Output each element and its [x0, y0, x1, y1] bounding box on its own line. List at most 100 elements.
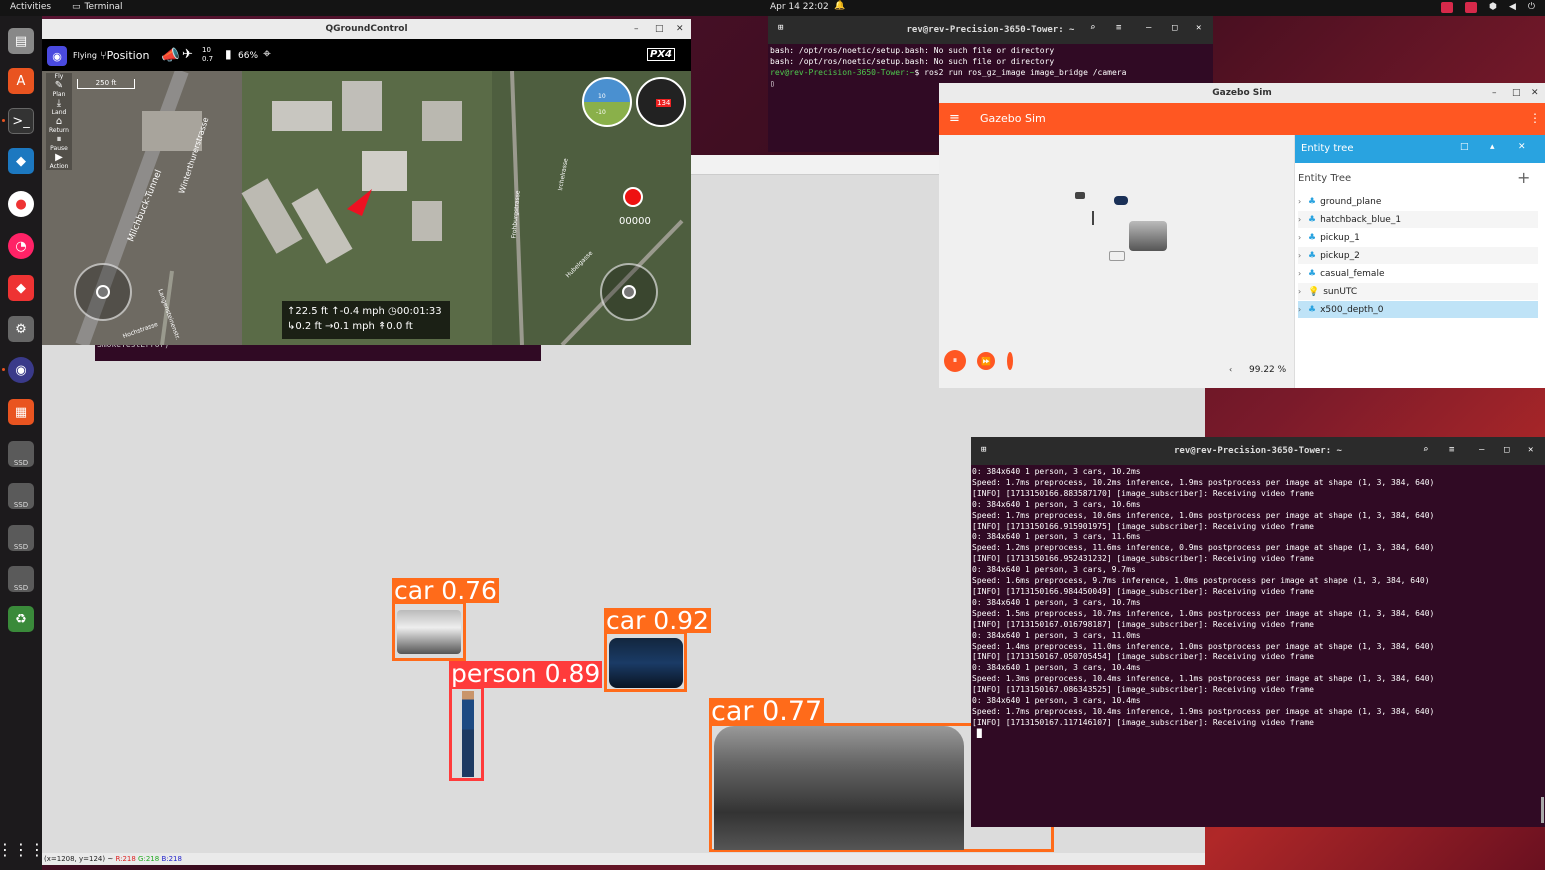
tool-label: Fly [54, 73, 64, 80]
qgroundcontrol-window[interactable]: QGroundControl – □ ✕ ◉ Flying ⑂Position … [42, 19, 691, 345]
ssd-drive-icon[interactable]: SSD [8, 566, 34, 592]
minimize-icon[interactable]: – [1492, 88, 1497, 98]
pie-app-icon[interactable]: ◔ [8, 233, 34, 259]
expand-icon[interactable]: › [1298, 305, 1304, 314]
vertical-speed-value: -0.4 mph [339, 306, 385, 317]
tool-pause[interactable]: ⏸ Pause [46, 134, 72, 152]
expand-icon[interactable]: › [1298, 197, 1304, 206]
entity-item-ground_plane[interactable]: › ♣ ground_plane [1298, 193, 1538, 210]
tool-fly[interactable]: Fly [46, 73, 72, 80]
rtk-icon[interactable]: ⌖ [263, 46, 271, 62]
step-icon[interactable]: ⏩ [977, 352, 995, 370]
record-button[interactable] [623, 187, 643, 207]
new-tab-icon[interactable]: ⊞ [778, 23, 783, 33]
map-view[interactable]: 250 ft Fly ✎ Plan ⤓ Land ⌂ Return ⏸ Pause ▶ A… [42, 71, 691, 345]
pause-icon[interactable]: ⏸ [944, 350, 966, 372]
add-entity-icon[interactable]: + [1517, 168, 1530, 187]
tool-action[interactable]: ▶ Action [46, 152, 72, 170]
hamburger-menu-icon[interactable]: ≡ [949, 111, 960, 126]
minimize-icon[interactable]: – [1479, 445, 1484, 455]
scrollbar[interactable] [1541, 797, 1544, 823]
active-app-menu[interactable]: ▭ Terminal [72, 2, 123, 12]
trash-icon[interactable]: ♻ [8, 606, 34, 632]
maximize-icon[interactable]: □ [655, 24, 664, 34]
expand-icon[interactable]: › [1298, 269, 1304, 278]
qgroundcontrol-icon[interactable]: ◉ [8, 357, 34, 383]
settings-icon[interactable]: ⚙ [8, 316, 34, 342]
search-icon[interactable]: ⌕ [1090, 23, 1095, 33]
person-image [462, 691, 474, 777]
activities-button[interactable]: Activities [10, 2, 51, 12]
qgc-logo-icon[interactable]: ◉ [47, 46, 67, 66]
battery-icon[interactable]: ▮ [225, 47, 232, 61]
pickup-model [1129, 221, 1167, 251]
tool-land[interactable]: ⤓ Land [46, 98, 72, 116]
entity-item-casual_female[interactable]: › ♣ casual_female [1298, 265, 1538, 282]
search-icon[interactable]: ⌕ [1423, 445, 1428, 455]
close-icon[interactable]: ✕ [1196, 23, 1201, 33]
terminal-app-icon[interactable]: >_ [8, 108, 34, 134]
terminal-command: $ ros2 run ros_gz_image image_bridge /ca… [914, 67, 1127, 77]
flight-mode[interactable]: ⑂Position [100, 49, 149, 62]
anydesk-icon[interactable]: ◆ [8, 275, 34, 301]
tool-return[interactable]: ⌂ Return [46, 116, 72, 134]
menu-icon[interactable]: ≡ [1116, 23, 1121, 33]
telemetry-panel[interactable]: ↑22.5 ft ↑-0.4 mph ◷00:01:33 ↳0.2 ft →0.… [282, 301, 450, 339]
expand-icon[interactable]: › [1298, 287, 1304, 296]
minimize-icon[interactable]: – [634, 24, 639, 34]
entity-item-x500_depth_0[interactable]: › ♣ x500_depth_0 [1298, 301, 1538, 318]
left-joystick[interactable] [74, 263, 132, 321]
flight-state[interactable]: Flying [73, 51, 97, 60]
clock[interactable]: Apr 14 22:02 [770, 2, 829, 12]
ssd-drive-icon[interactable]: SSD [8, 525, 34, 551]
software-center-icon[interactable]: A [8, 68, 34, 94]
tool-plan[interactable]: ✎ Plan [46, 80, 72, 98]
gazebo-titlebar[interactable]: Gazebo Sim [939, 83, 1545, 103]
joystick-thumb[interactable] [622, 285, 636, 299]
ssd-drive-icon[interactable]: SSD [8, 483, 34, 509]
detection-box-car: car 0.76 [392, 578, 499, 661]
detection-label: car 0.77 [709, 696, 825, 727]
close-icon[interactable]: ✕ [676, 24, 684, 34]
multistep-icon[interactable] [1007, 352, 1013, 370]
close-icon[interactable]: ✕ [1531, 88, 1539, 98]
joystick-thumb[interactable] [96, 285, 110, 299]
collapse-icon[interactable]: ▴ [1490, 142, 1495, 152]
maximize-icon[interactable]: □ [1512, 88, 1521, 98]
3d-scene-view[interactable]: ⏸ ⏩ ‹ 99.22 % [939, 135, 1294, 388]
expand-icon[interactable]: › [1298, 233, 1304, 242]
undock-icon[interactable]: □ [1460, 142, 1469, 152]
megaphone-icon[interactable]: 📣 [161, 46, 180, 64]
system-tray[interactable]: ⬢ ◀ ⏻ [1441, 2, 1535, 13]
terminal-titlebar[interactable]: rev@rev-Precision-3650-Tower: ~ [971, 437, 1545, 465]
expand-icon[interactable]: › [1298, 215, 1304, 224]
more-options-icon[interactable]: ⋮ [1529, 111, 1541, 125]
new-tab-icon[interactable]: ⊞ [981, 445, 986, 455]
hdop-value: 0.7 [202, 55, 214, 63]
rtf-arrow-icon[interactable]: ‹ [1229, 365, 1232, 374]
package-icon[interactable]: ▦ [8, 399, 34, 425]
maximize-icon[interactable]: □ [1504, 445, 1509, 455]
satellite-icon[interactable]: ✈ [182, 47, 193, 62]
entity-item-sunUTC[interactable]: › 💡 sunUTC [1298, 283, 1538, 300]
chrome-icon[interactable]: ● [8, 191, 34, 217]
right-joystick[interactable] [600, 263, 658, 321]
ssd-drive-icon[interactable]: SSD [8, 441, 34, 467]
qgc-titlebar[interactable]: QGroundControl [42, 19, 691, 39]
terminal-line: 0: 384x640 1 person, 3 cars, 10.2ms [972, 467, 1141, 476]
app-grid-icon[interactable]: ⋮⋮⋮ [0, 836, 45, 862]
maximize-icon[interactable]: □ [1172, 23, 1177, 33]
tool-label: Plan [52, 91, 66, 98]
entity-item-hatchback_blue_1[interactable]: › ♣ hatchback_blue_1 [1298, 211, 1538, 228]
terminal-window-yolo[interactable]: rev@rev-Precision-3650-Tower: ~ ⊞ ⌕ ≡ – … [971, 437, 1545, 827]
minimize-icon[interactable]: – [1146, 23, 1151, 33]
menu-icon[interactable]: ≡ [1449, 445, 1454, 455]
vscode-icon[interactable]: ◆ [8, 148, 34, 174]
close-icon[interactable]: ✕ [1528, 445, 1533, 455]
entity-item-pickup_1[interactable]: › ♣ pickup_1 [1298, 229, 1538, 246]
gazebo-window[interactable]: Gazebo Sim – □ ✕ ≡ Gazebo Sim ⋮ ⏸ ⏩ ‹ 99… [939, 83, 1545, 388]
expand-icon[interactable]: › [1298, 251, 1304, 260]
files-icon[interactable]: ▤ [8, 28, 34, 54]
entity-item-pickup_2[interactable]: › ♣ pickup_2 [1298, 247, 1538, 264]
close-icon[interactable]: ✕ [1518, 142, 1526, 152]
